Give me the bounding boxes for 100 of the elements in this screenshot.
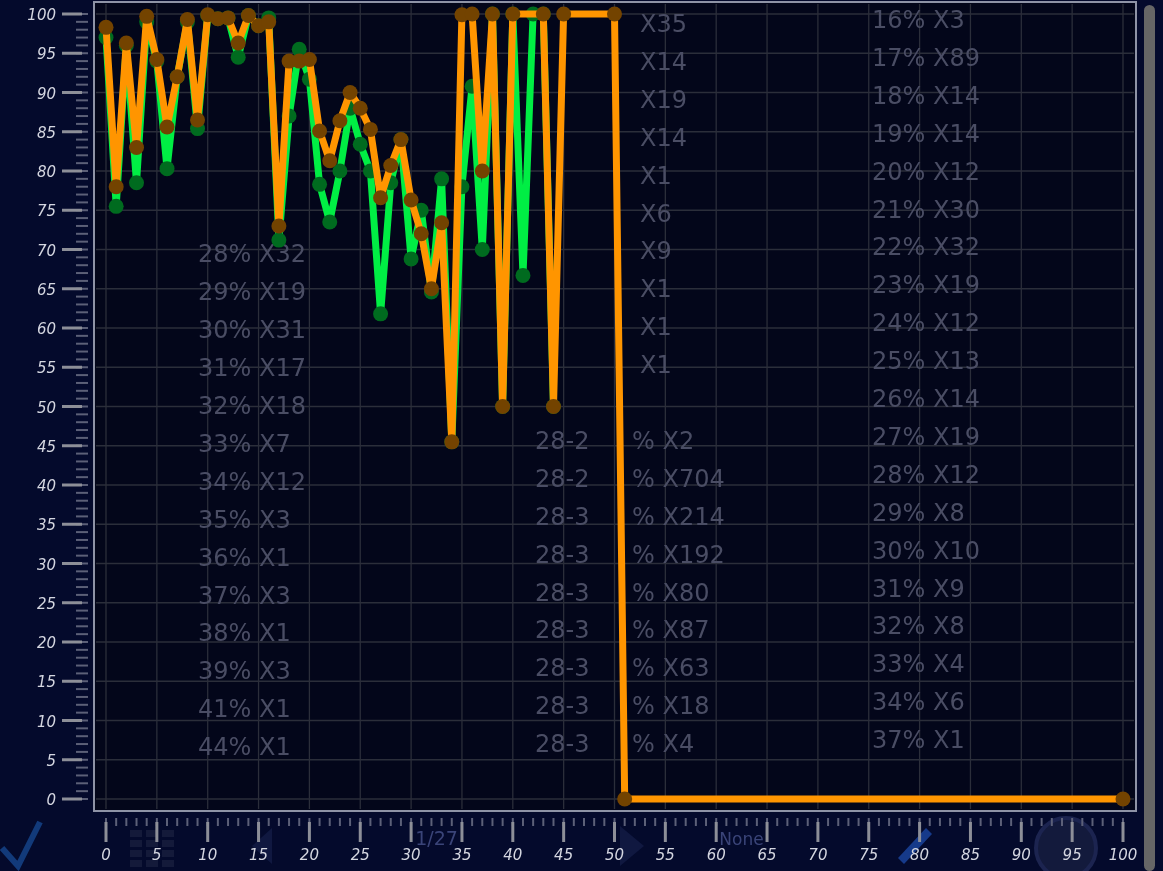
y-tick-label: 85: [36, 123, 56, 142]
background-text: 34% X12: [198, 467, 306, 496]
data-point: [373, 306, 389, 322]
background-text: 37% X1: [872, 726, 965, 755]
background-text: 23% X19: [872, 271, 980, 300]
y-tick-label: 40: [36, 477, 56, 495]
background-text: 36% X1: [198, 543, 291, 572]
background-text: 19% X14: [872, 119, 980, 148]
data-point: [190, 112, 206, 128]
data-point: [230, 49, 246, 65]
x-tick-label: 55: [655, 846, 675, 864]
background-text: 34% X6: [872, 688, 965, 717]
background-text: 30% X10: [872, 536, 980, 565]
data-point: [556, 6, 572, 22]
x-tick-label: 90: [1011, 846, 1031, 864]
y-tick-label: 30: [36, 555, 56, 574]
background-text: 21% X30: [872, 195, 980, 224]
background-text: % X192: [632, 540, 725, 569]
y-tick-label: 0: [46, 791, 56, 809]
data-point: [403, 192, 419, 208]
y-tick-label: 55: [36, 359, 56, 378]
x-tick-label: 25: [350, 846, 370, 864]
x-tick-label: 5: [152, 846, 162, 864]
background-text: X9: [640, 237, 672, 266]
filter-label[interactable]: None: [719, 829, 764, 849]
data-point: [108, 198, 124, 214]
data-point: [129, 175, 144, 191]
data-point: [301, 52, 317, 68]
data-point: [474, 242, 490, 257]
background-text: % X2: [632, 426, 695, 455]
y-tick-label: 75: [36, 202, 56, 221]
data-point: [230, 35, 246, 51]
y-tick-label: 65: [36, 280, 56, 299]
x-tick-label: 10: [198, 846, 218, 864]
background-text: 37% X3: [198, 581, 291, 610]
background-text: 28-2: [535, 426, 590, 455]
background-text: X1: [640, 275, 672, 304]
background-text: X35: [640, 10, 687, 38]
check-icon[interactable]: [0, 820, 43, 871]
data-point: [322, 153, 338, 169]
page-counter: 1/27: [415, 827, 458, 849]
background-text: 28-3: [535, 654, 590, 683]
background-text: X14: [640, 123, 687, 152]
y-tick-label: 35: [36, 516, 56, 535]
data-point: [383, 158, 399, 173]
background-text: 35% X3: [198, 505, 291, 534]
background-text: 29% X19: [198, 278, 306, 307]
background-text: 28-3: [535, 730, 590, 759]
background-text: 33% X4: [872, 650, 965, 679]
background-text: X1: [640, 313, 672, 342]
data-point: [362, 121, 378, 137]
background-text: X14: [640, 47, 687, 76]
background-text: 28-2: [535, 464, 590, 493]
background-text: 27% X19: [872, 422, 980, 451]
background-text: 44% X1: [198, 733, 291, 762]
background-text: 28% X12: [872, 460, 980, 489]
background-text: 28-3: [535, 540, 590, 569]
background-text: X6: [640, 199, 672, 228]
background-text: 30% X31: [198, 316, 306, 345]
background-text: % X4: [632, 730, 695, 759]
background-text: 20% X12: [872, 157, 980, 186]
data-point: [159, 161, 175, 177]
scrollbar[interactable]: [1144, 5, 1155, 871]
background-text: 38% X1: [198, 619, 291, 648]
data-point: [149, 52, 165, 68]
data-point: [312, 176, 328, 192]
background-text: % X704: [632, 464, 725, 493]
background-text: % X63: [632, 654, 710, 683]
data-point: [118, 35, 134, 51]
background-text: % X214: [632, 502, 725, 531]
x-tick-label: 85: [960, 846, 980, 864]
data-point: [1115, 791, 1131, 807]
background-text: 22% X32: [872, 233, 980, 262]
data-point: [474, 163, 490, 179]
x-tick-label: 70: [808, 846, 828, 864]
y-tick-label: 5: [46, 751, 56, 770]
data-point: [434, 171, 450, 187]
data-point: [352, 136, 368, 152]
x-tick-label: 40: [503, 846, 523, 864]
background-text: 18% X14: [872, 81, 980, 110]
x-tick-label: 20: [299, 846, 319, 864]
background-text: X1: [640, 351, 672, 380]
y-tick-label: 10: [36, 712, 56, 731]
background-text: 26% X14: [872, 385, 980, 413]
x-tick-label: 45: [554, 846, 574, 864]
background-text: 32% X8: [872, 612, 965, 641]
background-text: 33% X7: [198, 429, 291, 458]
calculator-icon[interactable]: [130, 830, 174, 867]
y-tick-label: 70: [36, 241, 56, 260]
data-point: [312, 123, 328, 139]
background-text: % X18: [632, 692, 710, 721]
y-tick-label: 90: [36, 84, 56, 103]
data-point: [159, 119, 175, 135]
background-text: X1: [640, 161, 672, 190]
pencil-icon[interactable]: [898, 828, 932, 864]
data-point: [464, 6, 480, 22]
data-point: [617, 791, 633, 807]
x-tick-label: 15: [249, 846, 269, 864]
y-tick-label: 95: [36, 45, 56, 64]
data-point: [179, 12, 195, 27]
